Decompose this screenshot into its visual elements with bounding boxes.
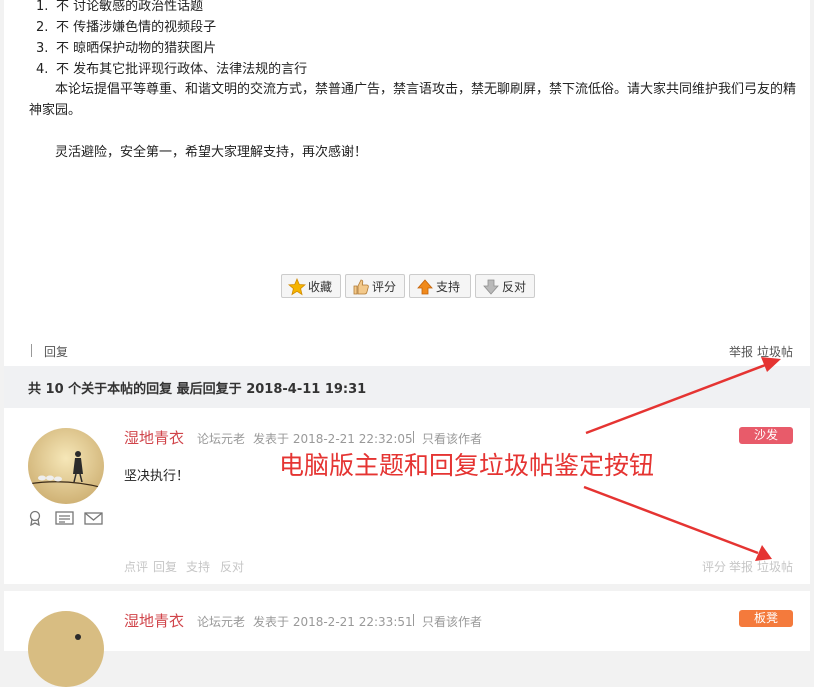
avatar-image xyxy=(28,611,104,687)
annotation-text: 电脑版主题和回复垃圾帖鉴定按钮 xyxy=(279,451,655,480)
arrow-up-icon xyxy=(417,279,433,295)
report-link[interactable]: 举报 xyxy=(729,558,753,575)
oppose-link[interactable]: 反对 xyxy=(220,558,244,575)
divider xyxy=(31,344,32,357)
rule-item: 2. 不 传播涉嫌色情的视频段子 xyxy=(36,20,217,35)
rule-item: 3. 不 晾晒保护动物的猎获图片 xyxy=(36,41,217,56)
divider xyxy=(413,431,414,443)
avatar[interactable] xyxy=(28,428,104,504)
spam-link[interactable]: 垃圾帖 xyxy=(757,558,793,575)
reply-post: 湿地青衣 论坛元老 发表于 2018-2-21 22:33:51 只看该作者 板… xyxy=(4,591,810,687)
reply-post: 湿地青衣 论坛元老 发表于 2018-2-21 22:32:05 只看该作者 沙… xyxy=(4,408,810,584)
post-paragraph: 本论坛提倡平等尊重、和谐文明的交流方式，禁普通广告，禁言语攻击，禁无聊刷屏，禁下… xyxy=(29,82,797,118)
replies-summary: 共 10 个关于本帖的回复 最后回复于 2018-4-11 19:31 xyxy=(28,382,367,397)
spam-link[interactable]: 垃圾帖 xyxy=(757,343,793,360)
report-link[interactable]: 举报 xyxy=(729,343,753,360)
floor-badge[interactable]: 沙发 xyxy=(739,427,793,444)
arrow-down-icon xyxy=(483,279,499,295)
author-name[interactable]: 湿地青衣 xyxy=(124,610,184,631)
support-link[interactable]: 支持 xyxy=(186,558,210,575)
favorite-button[interactable]: 收藏 xyxy=(281,274,341,298)
author-name[interactable]: 湿地青衣 xyxy=(124,427,184,448)
divider xyxy=(413,614,414,626)
reply-link[interactable]: 回复 xyxy=(44,343,68,360)
star-icon xyxy=(288,278,306,296)
floor-badge[interactable]: 板凳 xyxy=(739,610,793,627)
rule-item: 4. 不 发布其它批评现行政体、法律法规的言行 xyxy=(36,62,308,77)
oppose-button[interactable]: 反对 xyxy=(475,274,535,298)
user-rank: 论坛元老 xyxy=(197,615,246,629)
rule-item: 1. 不 讨论敏感的政治性话题 xyxy=(36,0,204,14)
replies-summary-bar: 共 10 个关于本帖的回复 最后回复于 2018-4-11 19:31 xyxy=(4,366,810,408)
rate-button[interactable]: 评分 xyxy=(345,274,405,298)
view-author-only-link[interactable]: 只看该作者 xyxy=(422,613,482,630)
message-icon[interactable] xyxy=(84,512,103,525)
avatar[interactable] xyxy=(28,611,104,687)
post-time: 发表于 2018-2-21 22:32:05 xyxy=(253,432,413,446)
support-button[interactable]: 支持 xyxy=(409,274,471,298)
threads-icon[interactable] xyxy=(55,511,74,525)
user-rank: 论坛元老 xyxy=(197,432,246,446)
view-author-only-link[interactable]: 只看该作者 xyxy=(422,430,482,447)
rule-list: 1. 不 讨论敏感的政治性话题 2. 不 传播涉嫌色情的视频段子 3. 不 晾晒保护动… xyxy=(36,0,307,80)
post-time: 发表于 2018-2-21 22:33:51 xyxy=(253,615,413,629)
reply-link[interactable]: 回复 xyxy=(153,558,177,575)
avatar-image xyxy=(28,428,104,504)
post-body: 1. 不 讨论敏感的政治性话题 2. 不 传播涉嫌色情的视频段子 3. 不 晾晒保护动… xyxy=(4,0,810,366)
user-icons xyxy=(28,510,118,530)
reply-content: 坚决执行！ xyxy=(124,469,190,484)
comment-link[interactable]: 点评 xyxy=(124,558,148,575)
thumbs-up-icon xyxy=(353,279,369,295)
post-paragraph: 灵活避险，安全第一，希望大家理解支持，再次感谢！ xyxy=(55,145,368,160)
rate-link[interactable]: 评分 xyxy=(702,558,726,575)
medal-icon[interactable] xyxy=(29,510,41,527)
